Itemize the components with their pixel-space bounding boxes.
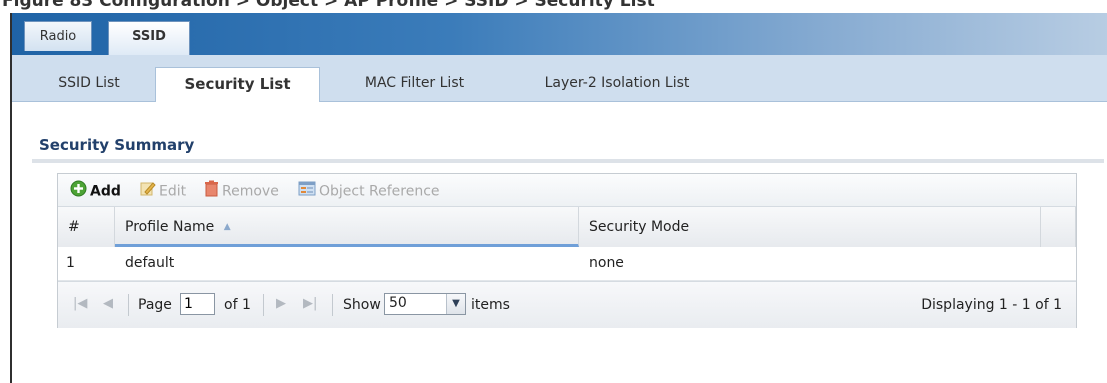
object-reference-label: Object Reference — [319, 183, 440, 200]
add-button[interactable]: Add — [70, 180, 121, 200]
app-frame: Radio SSID SSID List Security List MAC F… — [10, 13, 1107, 383]
previous-page-icon[interactable]: ◀ — [103, 296, 113, 311]
table-row[interactable]: 1 default none — [58, 247, 1076, 281]
column-header-profile-name-label: Profile Name — [125, 219, 215, 235]
object-reference-icon — [298, 180, 316, 203]
column-header-security-mode[interactable]: Security Mode — [579, 207, 1041, 247]
object-reference-button[interactable]: Object Reference — [298, 180, 440, 200]
pagination-bar: |◀ ◀ Page of 1 ▶ ▶| Show 50 ▼ items Disp… — [58, 281, 1076, 328]
add-icon — [70, 180, 87, 203]
figure-caption: Figure 83 Configuration > Object > AP Pr… — [0, 0, 1107, 13]
page-size-select[interactable]: 50 ▼ — [384, 293, 466, 315]
edit-label: Edit — [159, 183, 187, 200]
section-title: Security Summary — [39, 136, 195, 154]
column-header-index: # — [58, 207, 115, 247]
tab-layer2-isolation-list[interactable]: Layer-2 Isolation List — [517, 67, 717, 102]
tab-mac-filter-list[interactable]: MAC Filter List — [347, 67, 482, 102]
page-number-input[interactable] — [180, 293, 215, 315]
pager-separator — [128, 294, 129, 316]
first-page-icon[interactable]: |◀ — [73, 296, 87, 311]
remove-button[interactable]: Remove — [204, 180, 279, 200]
displaying-status: Displaying 1 - 1 of 1 — [921, 297, 1062, 313]
top-tab-bar: Radio SSID — [12, 13, 1107, 55]
items-label: items — [471, 297, 510, 313]
page-size-value: 50 — [389, 295, 407, 311]
row-index: 1 — [66, 255, 75, 271]
row-security-mode: none — [589, 255, 624, 271]
row-profile-name: default — [125, 255, 175, 271]
remove-label: Remove — [222, 183, 279, 200]
page-count-label: of 1 — [224, 297, 251, 313]
sort-ascending-icon: ▲ — [223, 222, 231, 232]
section-divider — [32, 159, 1104, 163]
last-page-icon[interactable]: ▶| — [303, 296, 317, 311]
edit-icon — [139, 180, 156, 203]
tab-ssid-list[interactable]: SSID List — [44, 67, 134, 102]
security-summary-table: Add Edit Remove Object Reference # Profi… — [57, 173, 1077, 328]
pager-separator — [263, 294, 264, 316]
next-page-icon[interactable]: ▶ — [276, 296, 286, 311]
tab-radio[interactable]: Radio — [24, 21, 92, 51]
page-label: Page — [138, 297, 172, 313]
tab-security-list[interactable]: Security List — [155, 67, 320, 102]
trash-icon — [204, 180, 219, 203]
table-toolbar: Add Edit Remove Object Reference — [58, 174, 1076, 207]
add-label: Add — [90, 183, 121, 200]
chevron-down-icon: ▼ — [446, 294, 465, 314]
tab-ssid[interactable]: SSID — [108, 21, 190, 55]
pager-separator — [332, 294, 333, 316]
show-label: Show — [343, 297, 381, 313]
edit-button[interactable]: Edit — [139, 180, 186, 200]
column-header-profile-name[interactable]: Profile Name ▲ — [115, 207, 579, 247]
sub-tab-bar: SSID List Security List MAC Filter List … — [12, 55, 1107, 102]
column-header-spacer — [1041, 207, 1076, 247]
figure-caption-text: Figure 83 Configuration > Object > AP Pr… — [2, 0, 655, 11]
